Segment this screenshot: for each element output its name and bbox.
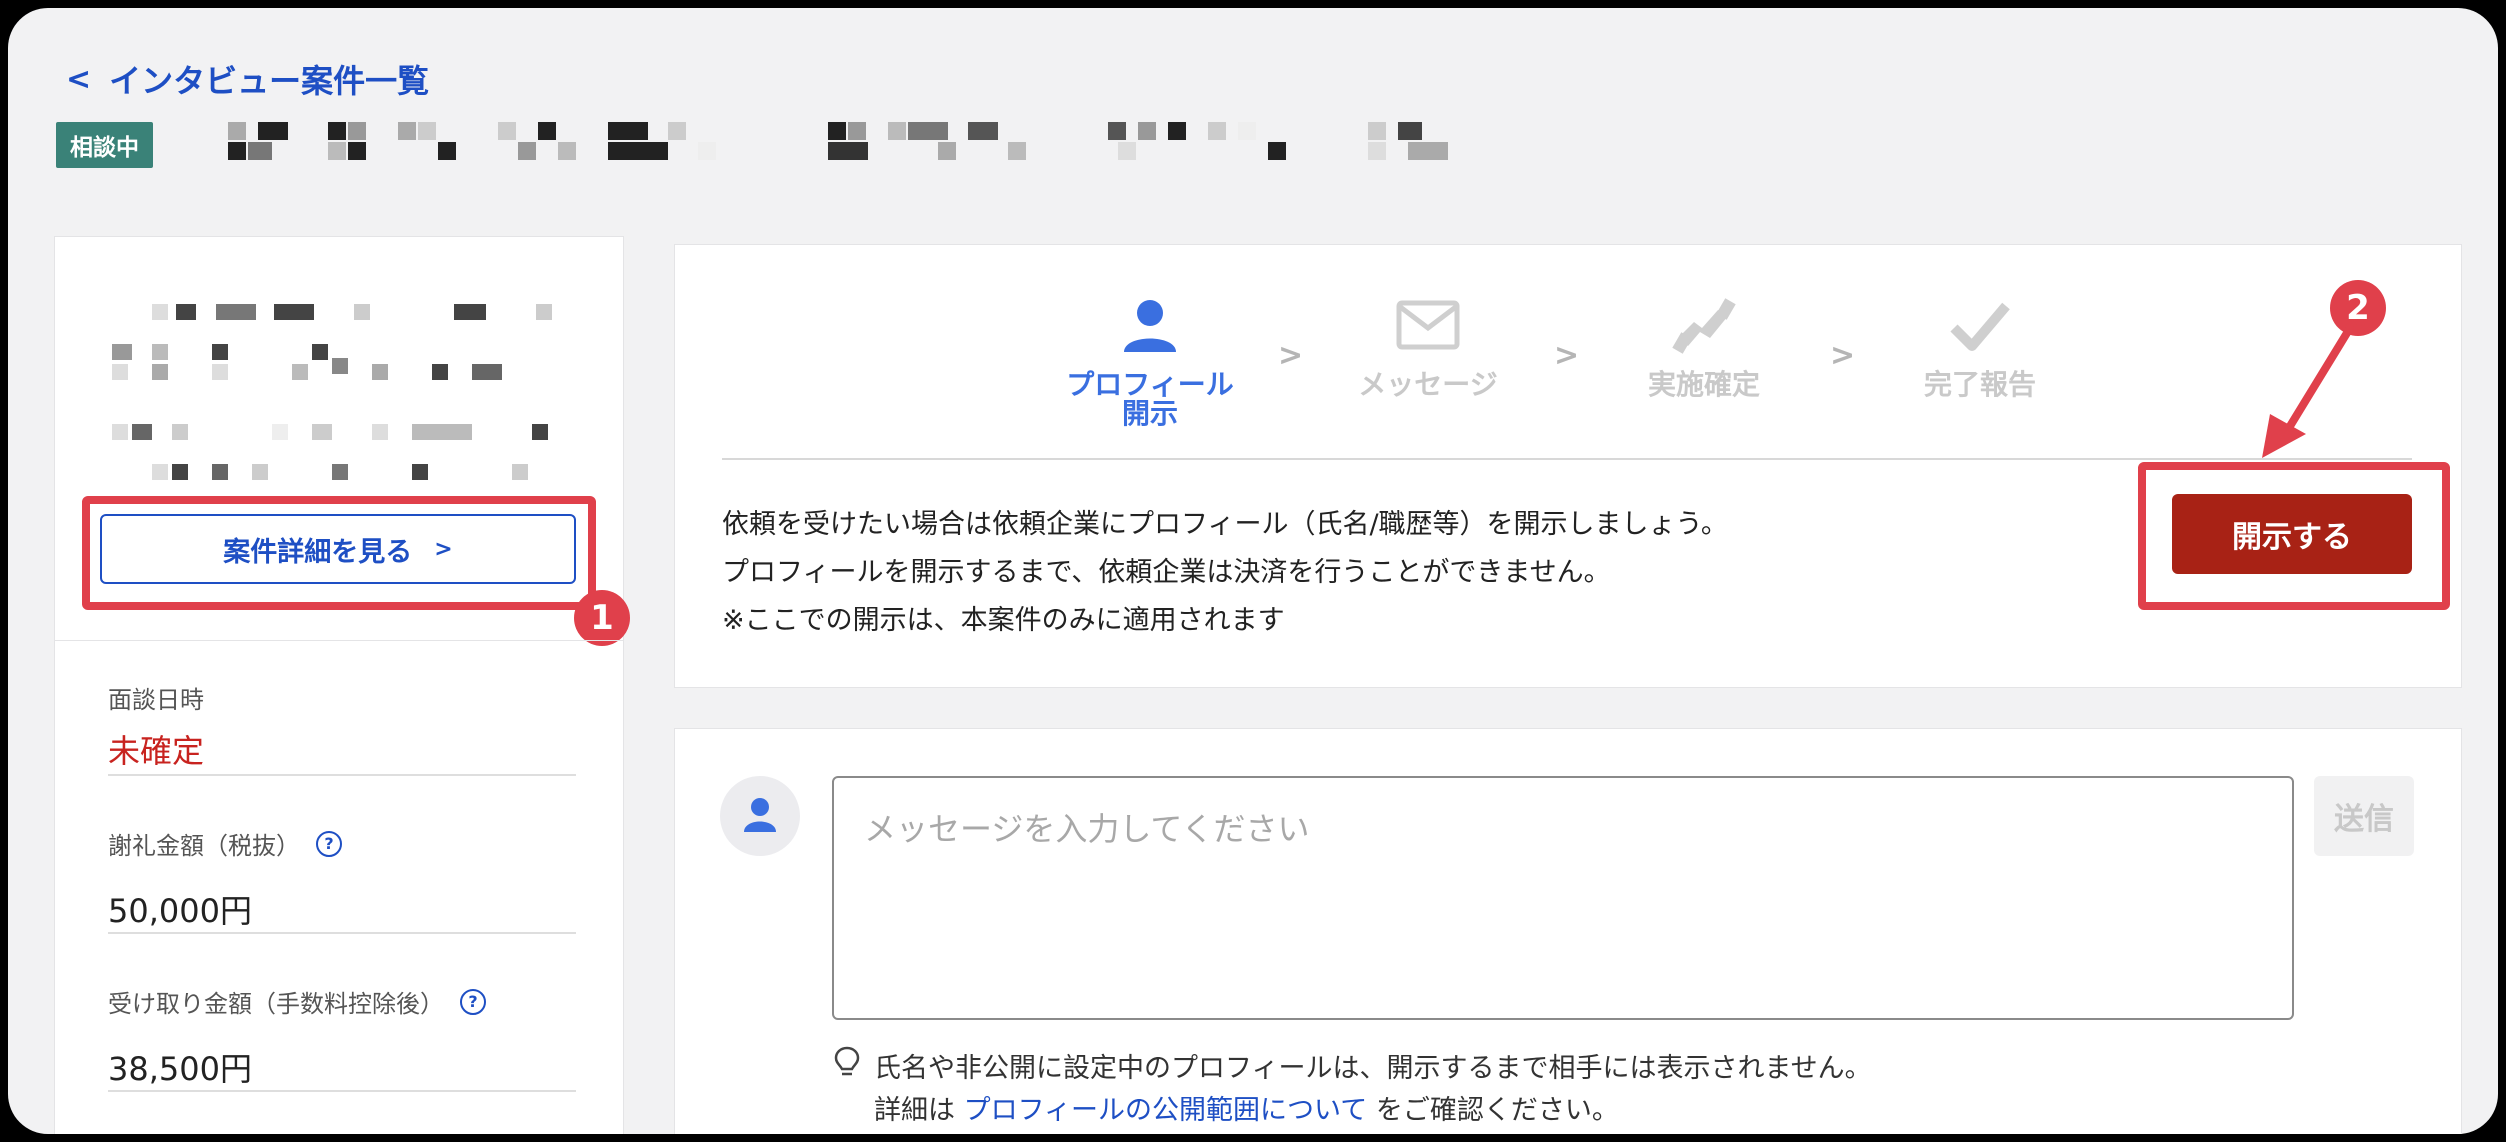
field-divider [108, 1090, 576, 1092]
profile-visibility-link[interactable]: プロフィールの公開範囲について [964, 1095, 1368, 1126]
step-profile-disclosure: プロフィール 開示 [1066, 368, 1234, 431]
step-confirm: 実施確定 [1647, 368, 1760, 401]
steps-divider [722, 458, 2412, 460]
net-fee-label: 受け取り金額（手数料控除後） ? [108, 984, 486, 1019]
annotation-arrow [2262, 324, 2354, 458]
disclosure-text-3: ※ここでの開示は、本案件のみに適用されます [722, 605, 1285, 636]
fee-label: 謝礼金額（税抜） ? [108, 826, 342, 861]
status-badge: 相談中 [56, 122, 153, 168]
chevron-right-icon: > [1830, 338, 1856, 373]
send-button[interactable]: 送信 [2314, 776, 2414, 856]
person-icon [744, 798, 776, 832]
step-message: メッセージ [1358, 368, 1498, 401]
lightbulb-icon [834, 1046, 860, 1076]
privacy-note-1: 氏名や非公開に設定中のプロフィールは、開示するまで相手には表示されません。 [874, 1053, 1872, 1084]
app-window: < インタビュー案件一覧 相談中 案件詳細を見る > 1 面談日時 未確定 謝礼… [8, 8, 2498, 1134]
net-fee-value: 38,500円 [108, 1050, 252, 1088]
help-icon[interactable]: ? [460, 988, 486, 1015]
disclosure-text-2: プロフィールを開示するまで、依頼企業は決済を行うことができません。 [722, 557, 1611, 588]
avatar [720, 776, 800, 856]
message-input[interactable] [832, 776, 2294, 1020]
view-case-details-button[interactable]: 案件詳細を見る > [100, 514, 576, 584]
open-profile-button[interactable]: 開示する [2172, 494, 2412, 574]
help-icon[interactable]: ? [316, 830, 342, 857]
step-report: 完了報告 [1923, 368, 2036, 401]
privacy-note-2: 詳細は プロフィールの公開範囲について をご確認ください。 [874, 1095, 1619, 1126]
field-divider [108, 932, 576, 934]
panel-divider [54, 640, 624, 641]
fee-value: 50,000円 [108, 892, 252, 930]
check-icon [1950, 302, 2010, 351]
annotation-marker-1: 1 [574, 590, 630, 646]
redacted-case-text [112, 304, 552, 480]
redacted-title [228, 122, 1448, 160]
chevron-right-icon: > [434, 536, 453, 562]
chevron-right-icon: > [1554, 338, 1580, 373]
handshake-icon [1672, 298, 1736, 354]
field-divider [108, 774, 576, 776]
view-case-details-label: 案件詳細を見る [223, 536, 413, 568]
chevron-right-icon: > [1278, 338, 1304, 373]
envelope-icon [1396, 300, 1460, 350]
back-link[interactable]: < インタビュー案件一覧 [66, 56, 429, 102]
back-link-label: インタビュー案件一覧 [109, 62, 430, 100]
interview-date-label: 面談日時 [108, 686, 204, 714]
chevron-left-icon: < [66, 61, 92, 97]
disclosure-text-1: 依頼を受けたい場合は依頼企業にプロフィール（氏名/職歴等）を開示しましょう。 [722, 509, 1728, 540]
person-icon [1124, 300, 1176, 352]
interview-date-value: 未確定 [108, 732, 205, 770]
